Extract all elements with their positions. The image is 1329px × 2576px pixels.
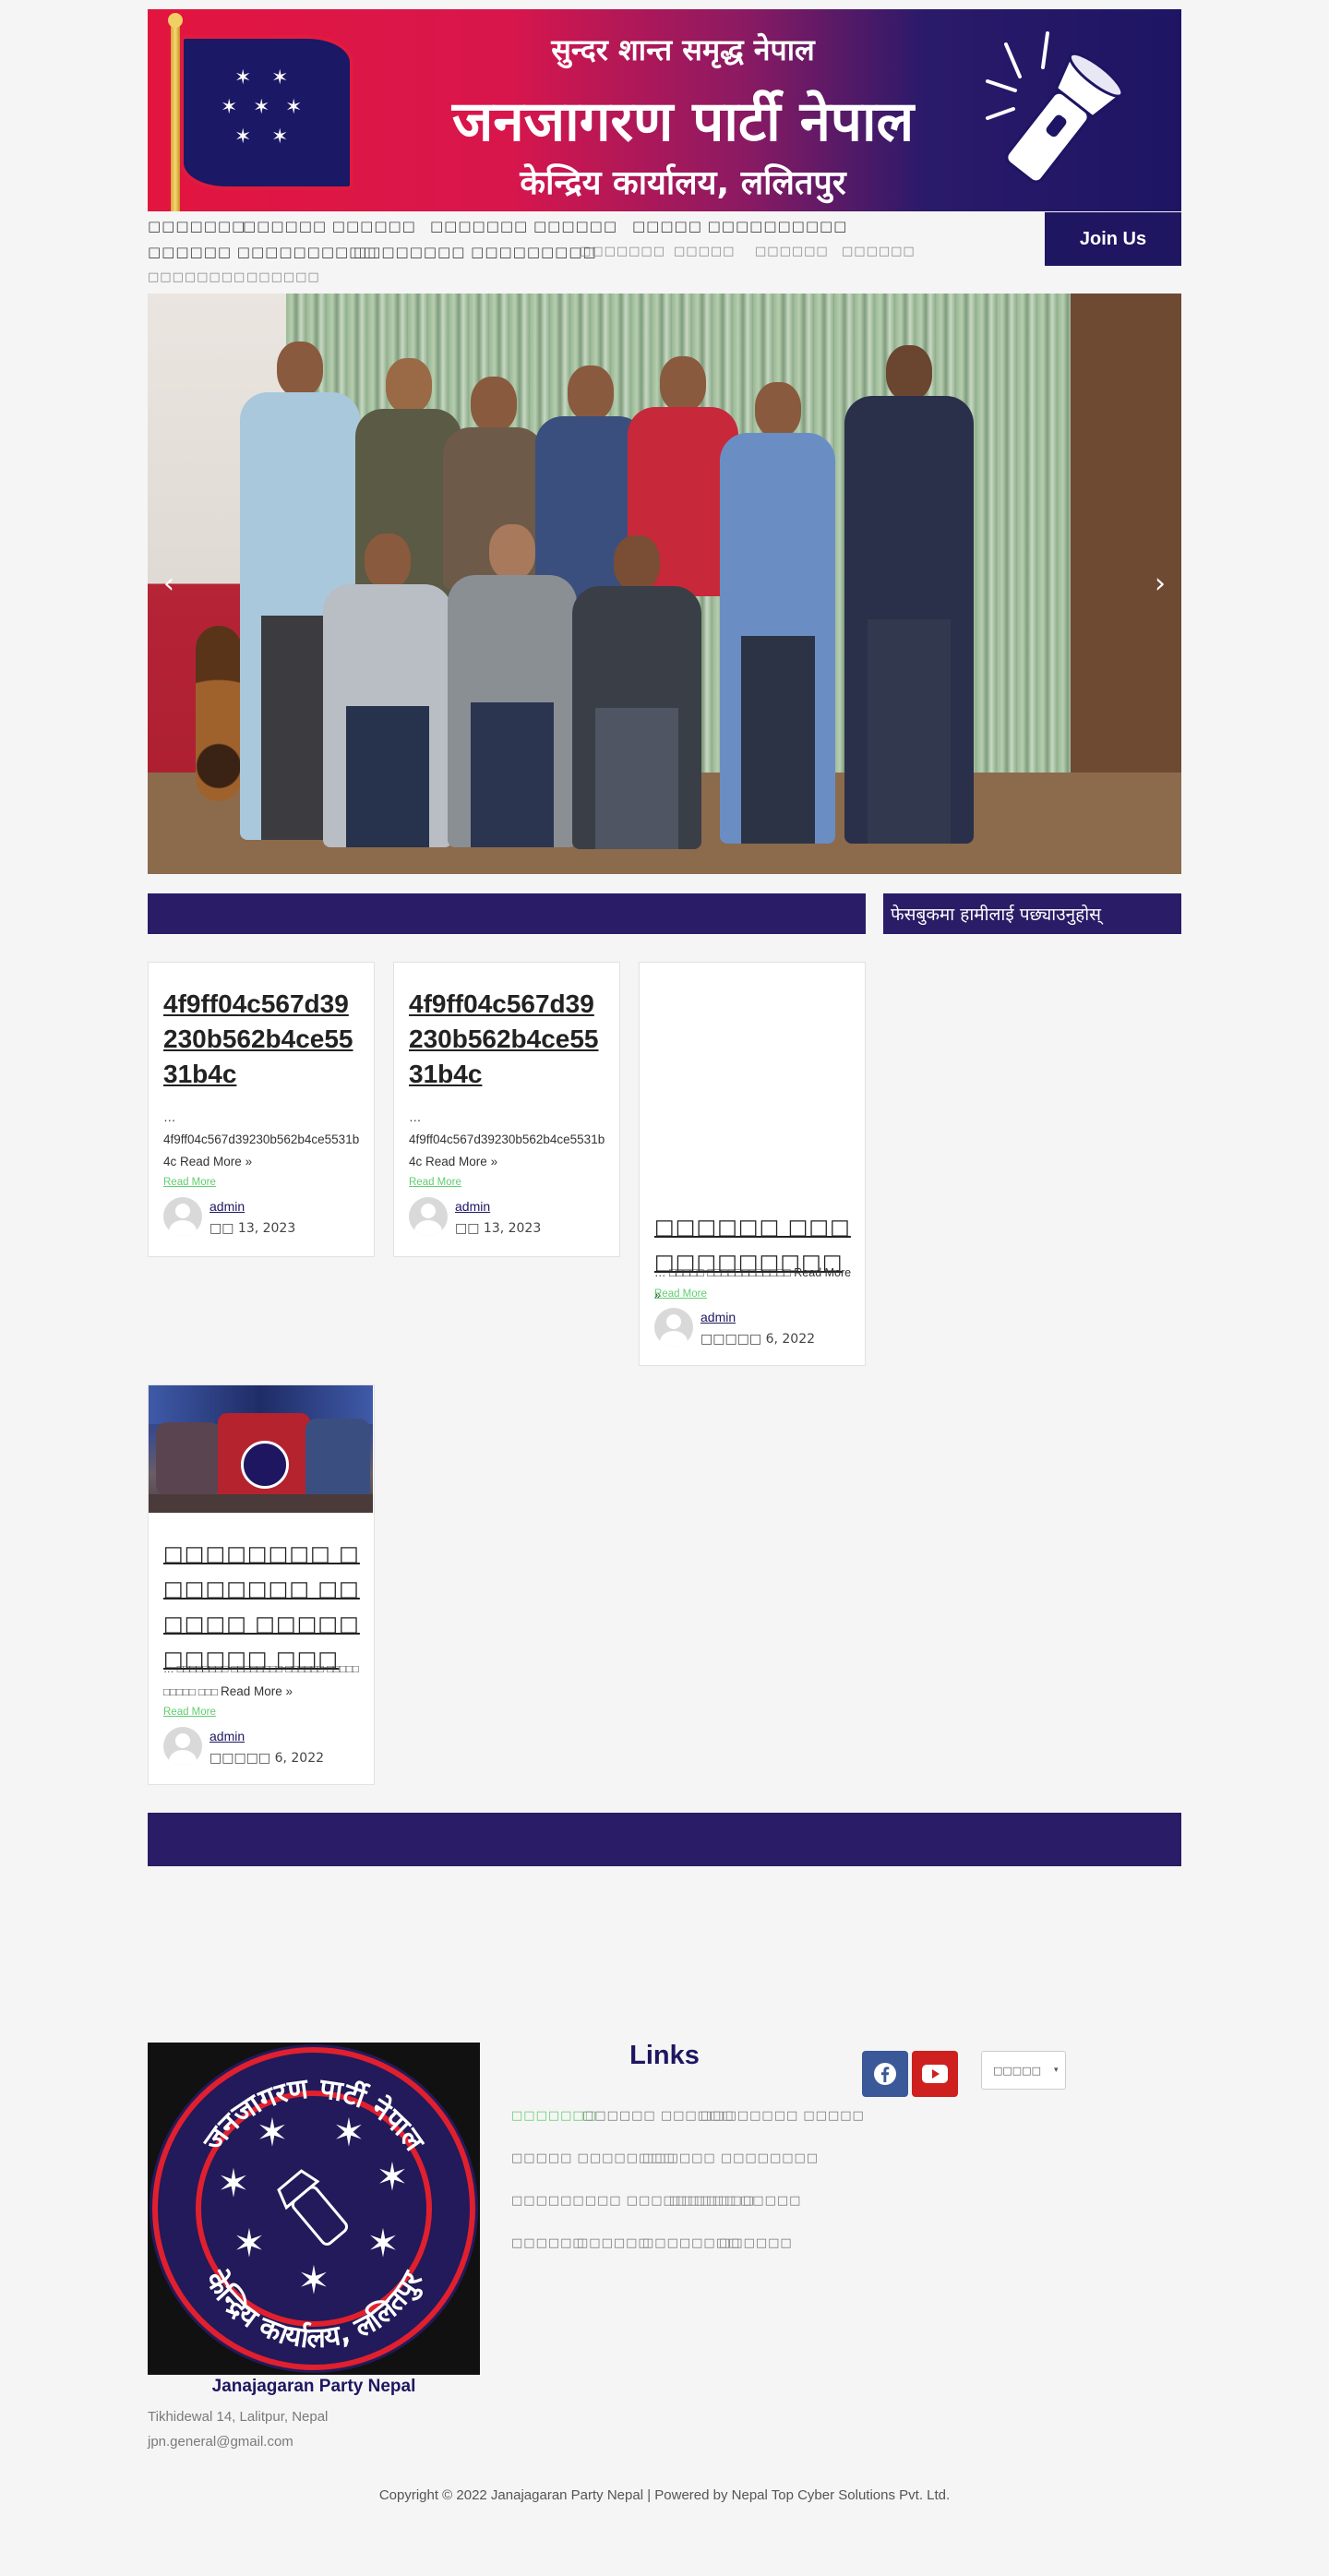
join-us-button[interactable]: Join Us: [1045, 212, 1181, 266]
youtube-button[interactable]: [912, 2051, 958, 2097]
svg-text:✶: ✶: [297, 2258, 329, 2303]
footer-email[interactable]: jpn.general@gmail.com: [148, 2434, 293, 2450]
footer-link[interactable]: □□□□□□ □□□□□□□□: [642, 2151, 819, 2165]
post-author[interactable]: admin: [455, 1199, 490, 1214]
post-date: □□□□□ 6, 2022: [210, 1751, 325, 1766]
section-bar: [148, 893, 866, 934]
nav-item-11[interactable]: □□□□□□□□: [148, 270, 245, 284]
nav-item-9[interactable]: □□□□□□: [755, 245, 829, 258]
svg-text:✶: ✶: [376, 2154, 408, 2199]
youtube-icon: [922, 2065, 948, 2083]
avatar: [409, 1197, 448, 1236]
facebook-button[interactable]: [862, 2051, 908, 2097]
nav-item-6[interactable]: □□□□□□□□ □□□□□□□□□: [353, 244, 597, 260]
nav-item-8[interactable]: □□□□□: [674, 245, 735, 258]
nav-item-3[interactable]: □□□□□□□ □□□□□□: [430, 218, 617, 234]
read-more-link[interactable]: Read More: [163, 1707, 216, 1718]
photo-person: [844, 345, 974, 844]
footer-link[interactable]: □□□□□□□□ □□□□□: [700, 2109, 865, 2123]
post-date: □□ 13, 2023: [455, 1221, 542, 1236]
svg-text:✶: ✶: [256, 2110, 288, 2155]
slider-next-button[interactable]: ›: [1146, 570, 1174, 598]
avatar: [654, 1308, 693, 1347]
svg-text:✶: ✶: [233, 2221, 265, 2266]
footer-link[interactable]: □□□□□□: [719, 2236, 793, 2250]
nav-item-2[interactable]: □□□□□□ □□□□□□: [243, 218, 416, 234]
footer-link[interactable]: □□□□□: [740, 2194, 801, 2208]
facebook-follow-heading: फेसबुकमा हामीलाई पछ्याउनुहोस्: [883, 893, 1181, 934]
slider-prev-button[interactable]: ‹: [155, 570, 183, 598]
post-title[interactable]: 4f9ff04c567d39230b562b4ce5531b4c: [409, 987, 606, 1092]
nav-item-5[interactable]: □□□□□□ □□□□□□□□□□: [148, 244, 377, 260]
main-nav: □□□□□□□ □□□□□□ □□□□□□ □□□□□□□ □□□□□□ □□□…: [148, 212, 1034, 295]
facebook-icon: [874, 2063, 896, 2085]
post-author[interactable]: admin: [210, 1199, 245, 1214]
post-date: □□ 13, 2023: [210, 1221, 296, 1236]
footer-address: Tikhidewal 14, Lalitpur, Nepal: [148, 2409, 329, 2425]
svg-text:✶: ✶: [332, 2110, 365, 2155]
photo-person: [448, 524, 577, 847]
post-title[interactable]: □□□□□□□□ □□□□□□□□ □□□□□□ □□□□□ □□□□□ □□□: [163, 1537, 361, 1677]
flag-pole-top: [168, 13, 183, 28]
footer-org-name: Janajagaran Party Nepal: [211, 2377, 416, 2396]
svg-text:✶: ✶: [217, 2161, 249, 2206]
post-excerpt-prefix: …: [409, 1110, 422, 1124]
read-more-link[interactable]: Read More: [654, 1288, 707, 1300]
photo-person: [572, 535, 701, 849]
footer-link[interactable]: □□□□□□: [511, 2236, 585, 2250]
photo-person: [323, 533, 452, 847]
avatar: [163, 1197, 202, 1236]
post-card: □□□□□□□□ □□□□□□□□ □□□□□□ □□□□□ □□□□□ □□□…: [148, 1384, 375, 1785]
read-more-link[interactable]: Read More: [409, 1177, 461, 1188]
nav-item-10[interactable]: □□□□□□: [842, 245, 916, 258]
post-excerpt: … □□□□□□□□ □□□□□□□□ □□□□□□ □□□□□ □□□□□ □…: [163, 1659, 363, 1704]
post-card: 4f9ff04c567d39230b562b4ce5531b4c … 4f9ff…: [148, 962, 375, 1257]
post-excerpt-text: … □□□□□ □□□□□□□□□□□□: [654, 1266, 791, 1279]
post-thumbnail[interactable]: [149, 1385, 373, 1513]
nav-item-4[interactable]: □□□□□ □□□□□□□□□□: [632, 218, 847, 234]
section-bar: [148, 1813, 1181, 1866]
post-title[interactable]: 4f9ff04c567d39230b562b4ce5531b4c: [163, 987, 361, 1092]
avatar: [163, 1727, 202, 1766]
torch-icon: [986, 31, 1125, 184]
post-excerpt: … 4f9ff04c567d39230b562b4ce5531b4c Read …: [163, 1107, 363, 1173]
post-author[interactable]: admin: [210, 1729, 245, 1743]
nav-item-12[interactable]: □□□□□□: [246, 270, 320, 284]
language-select-value: □□□□□: [993, 2064, 1041, 2077]
svg-text:✶: ✶: [366, 2221, 399, 2266]
post-excerpt: … 4f9ff04c567d39230b562b4ce5531b4c Read …: [409, 1107, 608, 1173]
slider-photo-guitar: [196, 626, 242, 801]
hero-slider[interactable]: ‹ ›: [148, 294, 1181, 874]
nav-item-7[interactable]: □□□□□□□: [580, 245, 665, 258]
footer-link[interactable]: □□□□□□: [577, 2236, 651, 2250]
footer-links-title: Links: [629, 2041, 700, 2070]
read-more-link[interactable]: Read More: [163, 1177, 216, 1188]
post-card: 4f9ff04c567d39230b562b4ce5531b4c … 4f9ff…: [393, 962, 620, 1257]
read-more-inline-link[interactable]: Read More »: [221, 1684, 293, 1698]
post-author[interactable]: admin: [700, 1310, 736, 1324]
party-logo: जनजागरण पार्टी नेपाल केन्द्रिय कार्यालय,…: [148, 2043, 480, 2375]
language-select[interactable]: □□□□□ ▾: [981, 2051, 1066, 2090]
copyright-text: Copyright © 2022 Janajagaran Party Nepal…: [378, 2487, 951, 2503]
post-card: □□□□□□ □□□□□□□□□□□□ … □□□□□ □□□□□□□□□□□□…: [639, 962, 866, 1366]
post-excerpt-prefix: …: [163, 1110, 176, 1124]
photo-person: [720, 382, 835, 844]
nav-item-home[interactable]: □□□□□□□: [148, 218, 245, 234]
header-banner: ✶ ✶ ✶ ✶ ✶ ✶ ✶ सुन्दर शान्त समृद्ध नेपाल …: [148, 9, 1181, 211]
chevron-down-icon: ▾: [1053, 2066, 1059, 2075]
read-more-inline-link[interactable]: Read More »: [180, 1155, 252, 1168]
read-more-inline-link[interactable]: Read More »: [425, 1155, 497, 1168]
post-date: □□□□□ 6, 2022: [700, 1332, 816, 1347]
